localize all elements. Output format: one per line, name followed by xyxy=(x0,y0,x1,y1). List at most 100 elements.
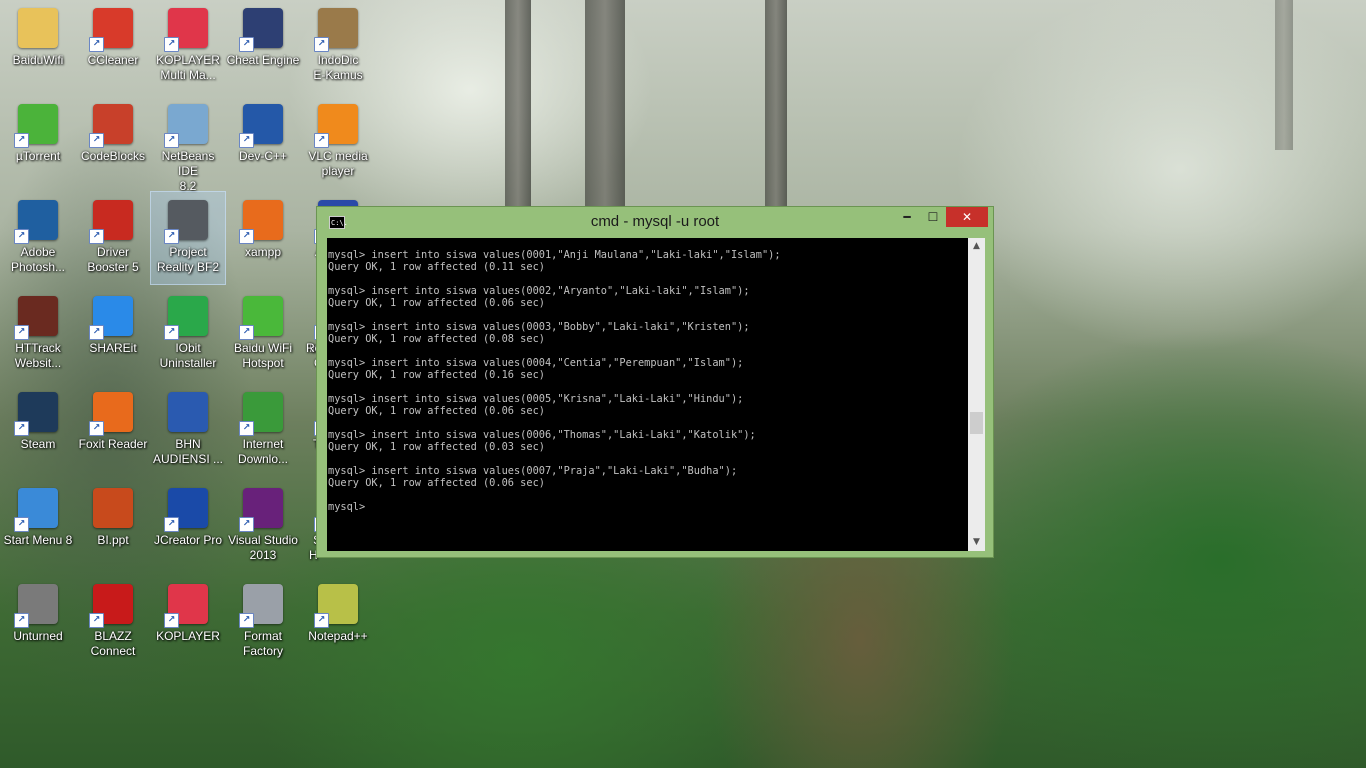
visual-studio-icon: ↗ xyxy=(239,488,283,532)
shortcut-arrow-icon: ↗ xyxy=(89,325,104,340)
scroll-down-arrow-icon[interactable]: ▼ xyxy=(968,534,985,551)
desktop-icon[interactable]: ↗ Start Menu 8 xyxy=(1,480,75,572)
desktop-icon[interactable]: ↗ Format Factory xyxy=(226,576,300,668)
format-factory-icon: ↗ xyxy=(239,584,283,628)
shortcut-arrow-icon: ↗ xyxy=(89,133,104,148)
shortcut-arrow-icon: ↗ xyxy=(164,229,179,244)
desktop-icon-label: VLC media player xyxy=(308,149,368,178)
desktop-icon-label: Steam xyxy=(20,437,56,451)
xampp-icon: ↗ xyxy=(239,200,283,244)
maximize-button[interactable]: ☐ xyxy=(920,207,946,227)
shortcut-arrow-icon: ↗ xyxy=(164,325,179,340)
desktop-icon[interactable]: ↗ KOPLAYER Multi Ma... xyxy=(151,0,225,92)
shortcut-arrow-icon: ↗ xyxy=(89,613,104,628)
desktop-icon[interactable]: ↗ VLC media player xyxy=(301,96,375,188)
steam-icon: ↗ xyxy=(14,392,58,436)
desktop-icon[interactable]: ↗ Unturned xyxy=(1,576,75,668)
desktop-icon[interactable]: ↗ Internet Downlo... xyxy=(226,384,300,476)
desktop-icon[interactable]: ↗ BLAZZ Connect xyxy=(76,576,150,668)
shortcut-arrow-icon: ↗ xyxy=(239,229,254,244)
desktop-icon-label: Visual Studio 2013 xyxy=(228,533,298,562)
cmd-window[interactable]: C:\. cmd - mysql -u root ━ ☐ ✕ mysql> in… xyxy=(316,206,994,558)
wifi-icon: ↗ xyxy=(239,296,283,340)
desktop-icon[interactable]: ↗ HTTrack Websit... xyxy=(1,288,75,380)
desktop-icon-label: BI.ppt xyxy=(97,533,129,547)
shortcut-arrow-icon: ↗ xyxy=(164,613,179,628)
desktop-icon-label: KOPLAYER xyxy=(156,629,220,643)
photoshop-icon: ↗ xyxy=(14,200,58,244)
desktop-icon[interactable]: ↗ Driver Booster 5 xyxy=(76,192,150,284)
shortcut-arrow-icon: ↗ xyxy=(239,133,254,148)
desktop-icon[interactable]: ↗ Project Reality BF2 xyxy=(150,191,226,285)
shortcut-arrow-icon: ↗ xyxy=(239,37,254,52)
jcreator-icon: ↗ xyxy=(164,488,208,532)
desktop-icon[interactable]: ↗ IndoDic E-Kamus xyxy=(301,0,375,92)
desktop-icon-label: CodeBlocks xyxy=(80,149,146,163)
desktop-icon[interactable]: ↗ Cheat Engine xyxy=(226,0,300,92)
driver-booster-icon: ↗ xyxy=(89,200,133,244)
desktop-icon[interactable]: ↗ Baidu WiFi Hotspot xyxy=(226,288,300,380)
devcpp-icon: ↗ xyxy=(239,104,283,148)
desktop-icon-label: BLAZZ Connect xyxy=(90,629,136,658)
desktop-icon-label: Project Reality BF2 xyxy=(156,245,220,274)
shortcut-arrow-icon: ↗ xyxy=(239,421,254,436)
scroll-thumb[interactable] xyxy=(970,412,983,434)
desktop-icon[interactable]: ↗ JCreator Pro xyxy=(151,480,225,572)
desktop-icon[interactable]: ↗ CodeBlocks xyxy=(76,96,150,188)
shortcut-arrow-icon: ↗ xyxy=(164,37,179,52)
shortcut-arrow-icon: ↗ xyxy=(314,613,329,628)
desktop-icon[interactable]: ↗ Steam xyxy=(1,384,75,476)
minimize-button[interactable]: ━ xyxy=(894,207,920,227)
desktop-icon-label: Format Factory xyxy=(242,629,283,658)
desktop-icon-label: Internet Downlo... xyxy=(237,437,289,466)
desktop-icon[interactable]: ↗ SHAREit xyxy=(76,288,150,380)
shortcut-arrow-icon: ↗ xyxy=(14,229,29,244)
desktop-icon[interactable]: ↗ KOPLAYER xyxy=(151,576,225,668)
desktop-icon-label: SHAREit xyxy=(89,341,137,355)
ccleaner-icon: ↗ xyxy=(89,8,133,52)
shortcut-arrow-icon: ↗ xyxy=(239,517,254,532)
desktop-icon[interactable]: ↗ Dev-C++ xyxy=(226,96,300,188)
koplayer-icon: ↗ xyxy=(164,8,208,52)
desktop-icon[interactable]: ↗ CCleaner xyxy=(76,0,150,92)
close-button[interactable]: ✕ xyxy=(946,207,988,227)
desktop-icon-label: KOPLAYER Multi Ma... xyxy=(156,53,220,82)
desktop-icon-label: Notepad++ xyxy=(308,629,368,643)
shortcut-arrow-icon: ↗ xyxy=(14,325,29,340)
desktop-icon[interactable]: BHN AUDIENSI ... xyxy=(151,384,225,476)
desktop-icon[interactable]: BaiduWifi xyxy=(1,0,75,92)
desktop-icon[interactable]: ↗ Notepad++ xyxy=(301,576,375,668)
title-bar[interactable]: C:\. cmd - mysql -u root ━ ☐ ✕ xyxy=(317,207,993,238)
folder-icon xyxy=(18,8,58,48)
vertical-scrollbar[interactable]: ▲ ▼ xyxy=(968,238,985,551)
console-output[interactable]: mysql> insert into siswa values(0001,"An… xyxy=(327,238,968,551)
desktop-icon[interactable]: ↗ Visual Studio 2013 xyxy=(226,480,300,572)
window-title: cmd - mysql -u root xyxy=(590,213,720,230)
foxit-icon: ↗ xyxy=(89,392,133,436)
project-reality-icon: ↗ xyxy=(164,200,208,244)
notepad-plus-icon: ↗ xyxy=(314,584,358,628)
book-icon: ↗ xyxy=(314,8,358,52)
shortcut-arrow-icon: ↗ xyxy=(89,229,104,244)
desktop-icon[interactable]: ↗ Foxit Reader xyxy=(76,384,150,476)
cube-icon: ↗ xyxy=(164,104,208,148)
iobit-icon: ↗ xyxy=(164,296,208,340)
koplayer-icon: ↗ xyxy=(164,584,208,628)
desktop-icon[interactable]: ↗ NetBeans IDE 8.2 xyxy=(151,96,225,193)
desktop-icon[interactable]: ↗ Adobe Photosh... xyxy=(1,192,75,284)
desktop-icon[interactable]: ↗ µTorrent xyxy=(1,96,75,188)
desktop-icon-label: HTTrack Websit... xyxy=(14,341,62,370)
scroll-up-arrow-icon[interactable]: ▲ xyxy=(968,238,985,255)
desktop-icon-label: BaiduWifi xyxy=(12,53,64,67)
desktop-icon-label: Start Menu 8 xyxy=(3,533,73,547)
desktop-icon-label: CCleaner xyxy=(87,53,139,67)
desktop-icon[interactable]: BI.ppt xyxy=(76,480,150,572)
shortcut-arrow-icon: ↗ xyxy=(89,37,104,52)
shortcut-arrow-icon: ↗ xyxy=(314,133,329,148)
desktop-icon[interactable]: ↗ IObit Uninstaller xyxy=(151,288,225,380)
wallpaper-tree-trunk xyxy=(505,0,531,210)
shortcut-arrow-icon: ↗ xyxy=(164,133,179,148)
desktop-icon[interactable]: ↗ xampp xyxy=(226,192,300,284)
windows-orb-icon: ↗ xyxy=(14,488,58,532)
wallpaper-tree-trunk xyxy=(1275,0,1293,150)
